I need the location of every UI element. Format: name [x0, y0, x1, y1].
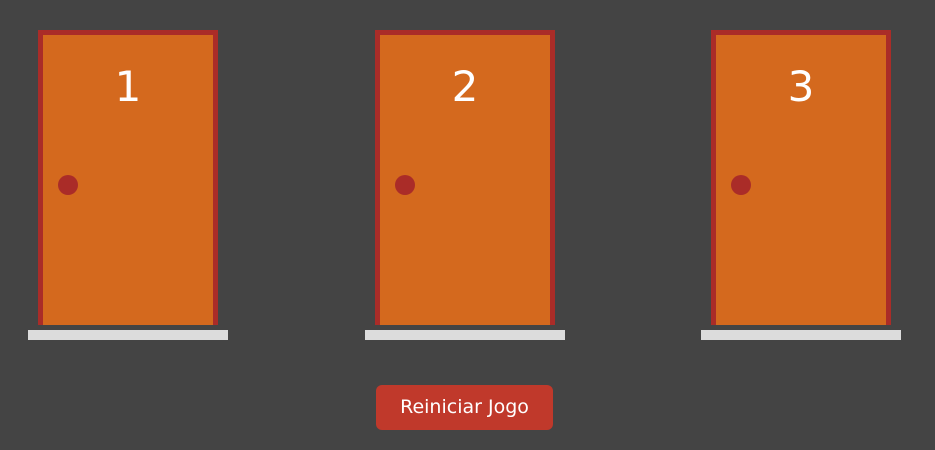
door-number-3: 3: [787, 62, 815, 111]
door-knob-3: [731, 175, 751, 195]
door-1[interactable]: 1: [38, 30, 218, 325]
door-knob-2: [395, 175, 415, 195]
door-number-2: 2: [451, 62, 479, 111]
door-sill-2: [365, 330, 565, 340]
door-3[interactable]: 3: [711, 30, 891, 325]
door-sill-3: [701, 330, 901, 340]
door-unit-2: 2: [365, 30, 565, 340]
door-unit-1: 1: [28, 30, 228, 340]
door-unit-3: 3: [701, 30, 901, 340]
door-number-1: 1: [114, 62, 142, 111]
door-knob-1: [58, 175, 78, 195]
door-sill-1: [28, 330, 228, 340]
restart-game-button[interactable]: Reiniciar Jogo: [376, 385, 553, 430]
door-2[interactable]: 2: [375, 30, 555, 325]
